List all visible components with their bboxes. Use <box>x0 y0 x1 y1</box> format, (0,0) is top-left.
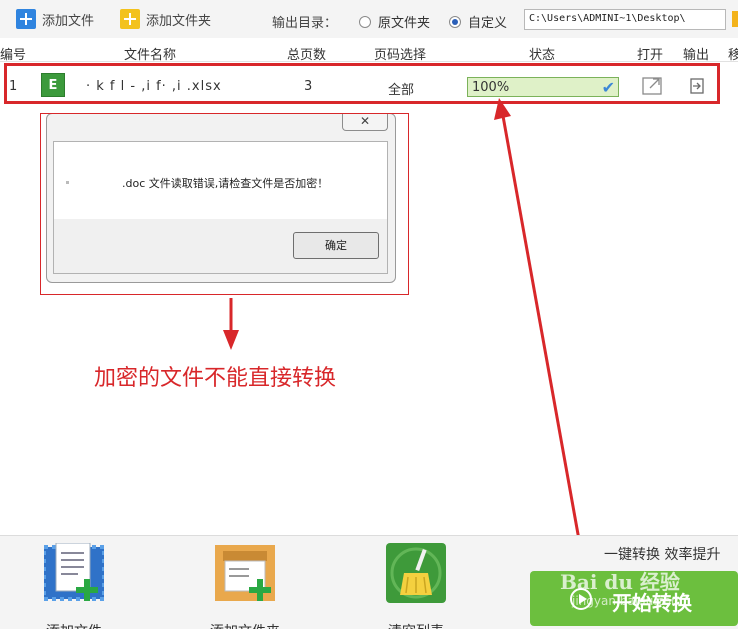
radio-custom-label: 自定义 <box>468 16 508 31</box>
bottom-add-folder-button[interactable]: 添加文件夹 <box>200 543 290 629</box>
slogan-text: 一键转换 效率提升 <box>604 547 721 563</box>
col-index: 编号 <box>0 48 27 63</box>
top-toolbar: 添加文件 添加文件夹 输出目录： 原文件夹 自定义 C:\Users\ADMIN… <box>0 0 738 38</box>
add-file-icon <box>16 9 36 29</box>
annotation-text: 加密的文件不能直接转换 <box>94 366 337 391</box>
col-page-select: 页码选择 <box>374 48 427 63</box>
col-pages: 总页数 <box>287 48 327 63</box>
radio-on-icon <box>449 15 461 28</box>
clear-list-button[interactable]: 清空列表 <box>371 543 461 629</box>
add-file-button[interactable]: 添加文件 <box>16 9 94 29</box>
radio-original-folder[interactable]: 原文件夹 <box>359 12 430 31</box>
table-header: 编号 文件名称 总页数 页码选择 状态 打开 输出 移 <box>0 40 738 63</box>
add-document-icon <box>42 542 106 601</box>
col-filename: 文件名称 <box>124 48 177 63</box>
output-path-input[interactable]: C:\Users\ADMINI~1\Desktop\ <box>524 9 726 30</box>
start-convert-label: 开始转换 <box>612 591 692 615</box>
dialog-highlight-box <box>40 113 409 295</box>
col-open: 打开 <box>637 48 664 63</box>
add-folder-icon <box>215 545 275 601</box>
radio-original-label: 原文件夹 <box>378 16 431 31</box>
add-file-label: 添加文件 <box>42 13 95 29</box>
col-output: 输出 <box>683 48 710 63</box>
col-move: 移 <box>728 48 738 63</box>
col-status: 状态 <box>529 48 556 63</box>
bottom-add-file-label: 添加文件 <box>29 621 119 629</box>
browse-folder-icon[interactable] <box>732 11 738 27</box>
add-folder-icon <box>120 9 140 29</box>
add-folder-label: 添加文件夹 <box>146 13 212 29</box>
radio-custom-folder[interactable]: 自定义 <box>449 12 507 31</box>
clear-list-label: 清空列表 <box>371 621 461 629</box>
broom-icon <box>386 543 446 603</box>
radio-off-icon <box>359 15 371 28</box>
bottom-add-file-button[interactable]: 添加文件 <box>29 542 119 629</box>
add-folder-button[interactable]: 添加文件夹 <box>120 9 211 29</box>
row-highlight-box <box>4 63 720 104</box>
output-dir-label: 输出目录： <box>272 16 338 31</box>
bottom-add-folder-label: 添加文件夹 <box>200 621 290 629</box>
